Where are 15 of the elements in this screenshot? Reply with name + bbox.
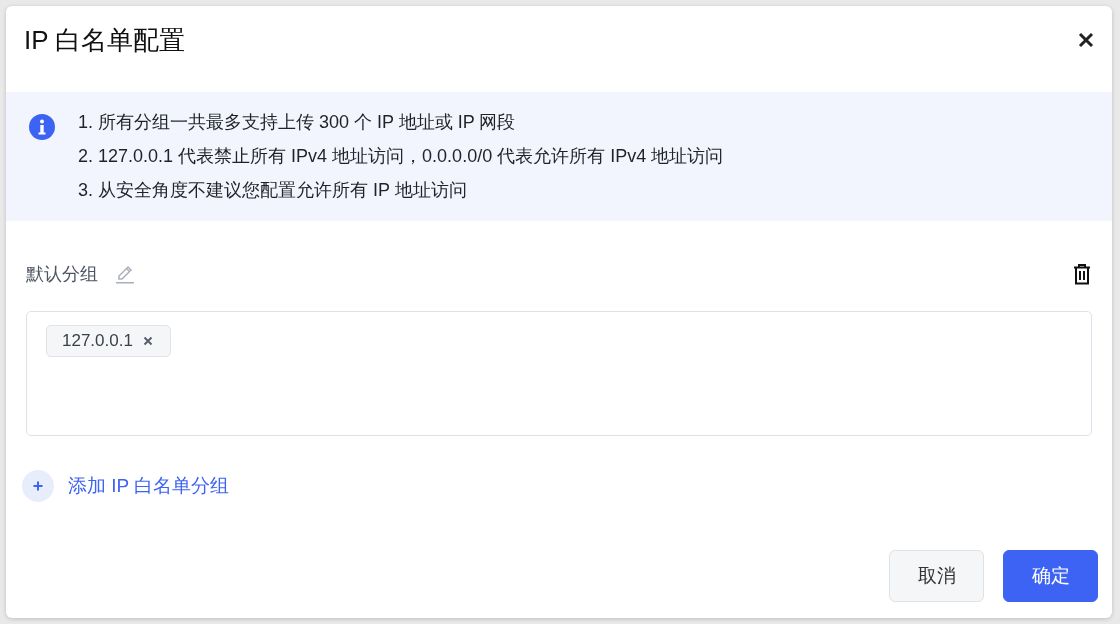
- confirm-button[interactable]: 确定: [1003, 550, 1098, 602]
- plus-icon: [22, 470, 54, 502]
- dialog-title: IP 白名单配置: [24, 23, 187, 57]
- trash-icon[interactable]: [1072, 263, 1092, 285]
- tag-label: 127.0.0.1: [62, 331, 133, 351]
- remove-icon[interactable]: [142, 336, 153, 346]
- notice-text: 2. 127.0.0.1 代表禁止所有 IPv4 地址访问，0.0.0.0/0 代表允许所有 IPv4 地址访问: [78, 145, 724, 168]
- cancel-button[interactable]: 取消: [889, 550, 984, 602]
- notice-text: 3. 从安全角度不建议您配置允许所有 IP 地址访问: [78, 179, 468, 202]
- notice-text: 1. 所有分组一共最多支持上传 300 个 IP 地址或 IP 网段: [78, 111, 517, 134]
- ip-input-box[interactable]: 127.0.0.1: [26, 311, 1092, 436]
- info-icon: [28, 113, 56, 141]
- group-name: 默认分组: [26, 263, 98, 286]
- close-icon[interactable]: [1078, 32, 1094, 48]
- add-group-link[interactable]: 添加 IP 白名单分组: [22, 470, 230, 502]
